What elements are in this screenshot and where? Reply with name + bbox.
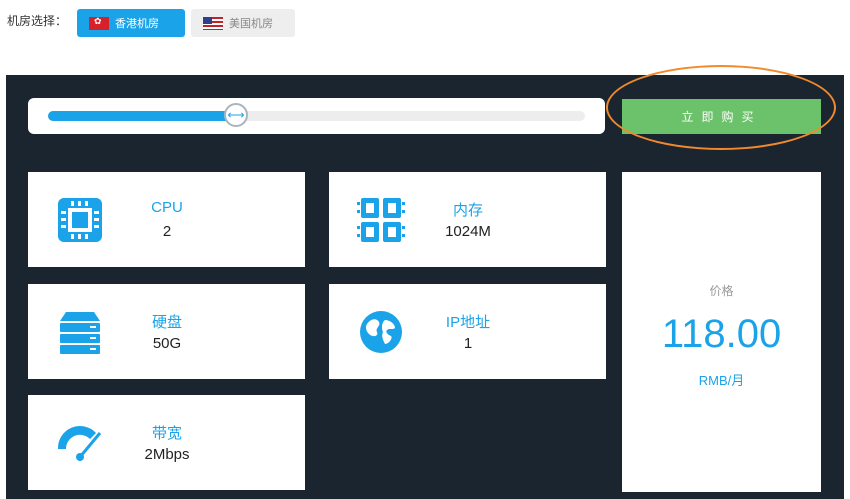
spec-title: 内存 — [452, 202, 483, 219]
buy-now-button[interactable]: 立即购买 — [622, 99, 821, 134]
region-option-hongkong[interactable]: 香港机房 — [77, 9, 185, 37]
globe-icon — [360, 311, 402, 353]
region-option-label: 美国机房 — [229, 18, 273, 30]
price-unit: RMB/月 — [698, 373, 745, 388]
spec-title: 硬盘 — [151, 314, 182, 331]
price-label: 价格 — [709, 284, 734, 298]
price-value: 118.00 — [661, 312, 782, 356]
speedometer-icon — [57, 426, 102, 461]
spec-card-memory: 内存 1024M — [329, 172, 606, 267]
spec-card-ip: IP地址 1 — [329, 284, 606, 379]
cpu-icon — [58, 198, 102, 242]
config-panel: ⟷ 立即购买 CPU 2 内存 1024M 硬盘 50G IP地址 1 带宽 2… — [6, 65, 844, 499]
disk-icon — [60, 312, 100, 354]
config-slider: ⟷ — [28, 98, 605, 134]
usa-flag-icon — [203, 16, 223, 30]
slider-fill — [48, 111, 236, 121]
spec-title: 带宽 — [151, 425, 182, 442]
spec-title: CPU — [151, 199, 183, 216]
spec-value: 2 — [162, 223, 172, 240]
spec-value: 1 — [463, 335, 473, 352]
spec-value: 50G — [152, 335, 182, 352]
spec-card-bandwidth: 带宽 2Mbps — [28, 395, 305, 490]
memory-icon — [357, 198, 405, 242]
region-option-label: 香港机房 — [115, 18, 159, 30]
spec-value: 1024M — [445, 223, 491, 240]
slider-handle[interactable]: ⟷ — [224, 103, 248, 127]
price-card: 价格 118.00 RMB/月 — [622, 172, 821, 492]
spec-card-cpu: CPU 2 — [28, 172, 305, 267]
spec-title: IP地址 — [445, 314, 491, 331]
slider-track[interactable] — [48, 111, 585, 121]
spec-card-disk: 硬盘 50G — [28, 284, 305, 379]
resize-arrows-icon: ⟷ — [227, 108, 245, 122]
region-label: 机房选择： — [7, 14, 68, 28]
region-option-usa[interactable]: 美国机房 — [191, 9, 295, 37]
hongkong-flag-icon — [89, 16, 109, 30]
spec-value: 2Mbps — [144, 446, 190, 463]
